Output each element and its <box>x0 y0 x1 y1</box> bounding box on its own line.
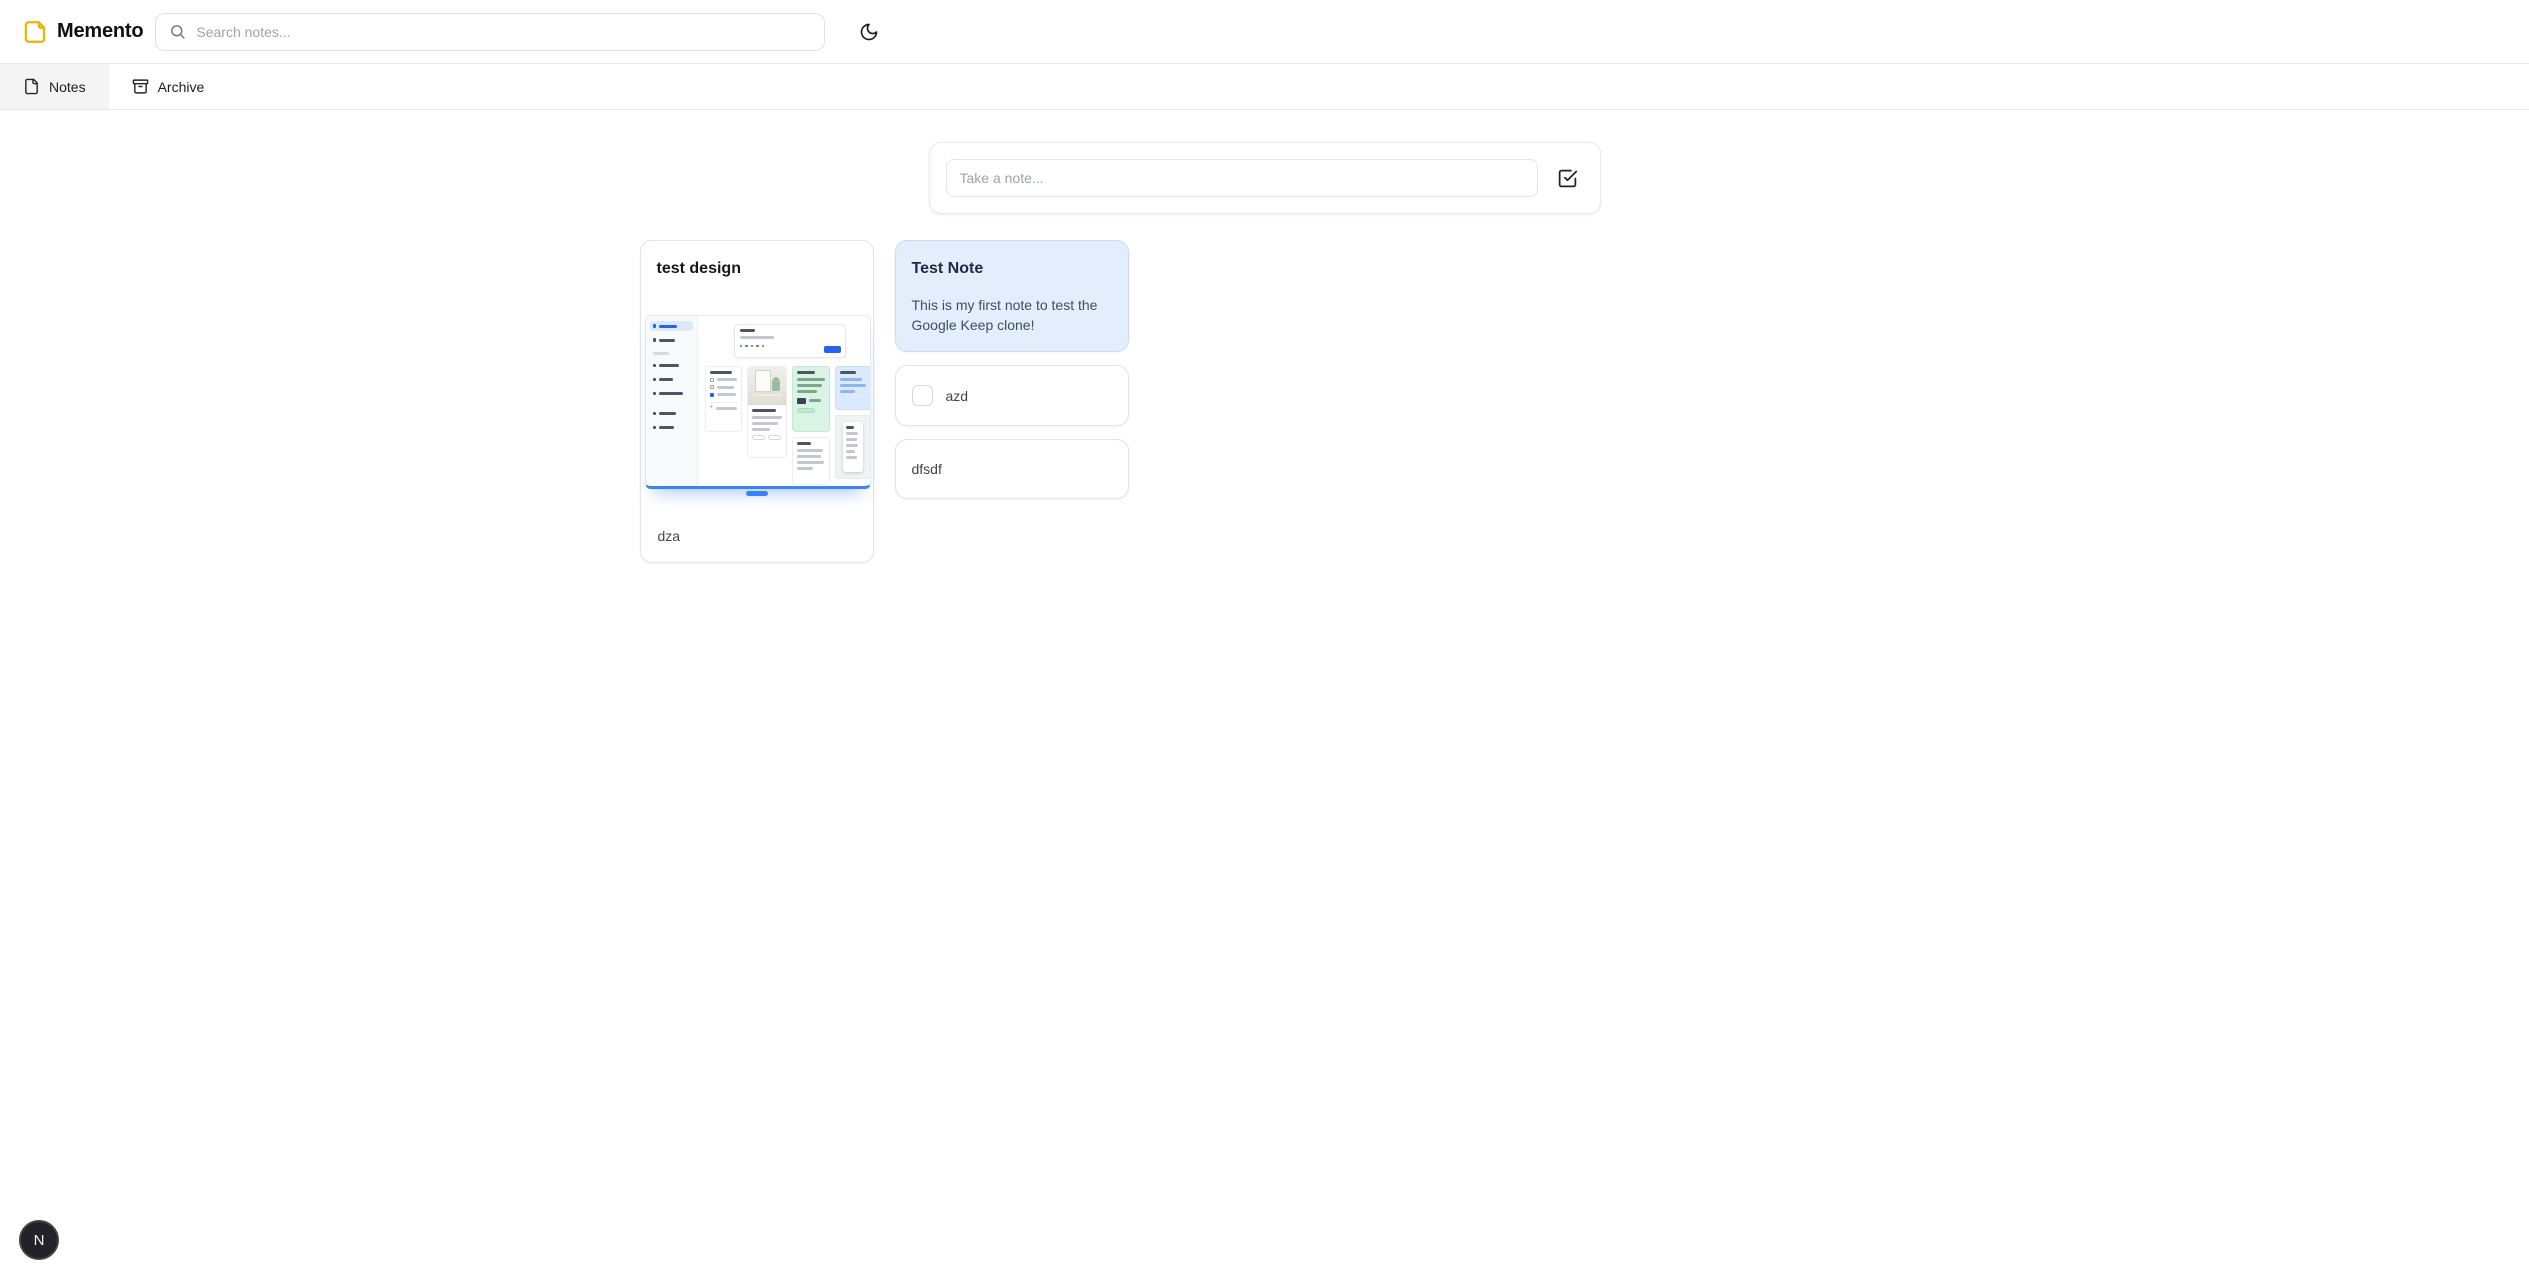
note-title: Test Note <box>912 257 1112 281</box>
avatar-initial: N <box>34 1232 45 1249</box>
notes-column-2: Test Note This is my first note to test … <box>895 240 1129 499</box>
tab-archive[interactable]: Archive <box>109 64 228 109</box>
note-card-test-note[interactable]: Test Note This is my first note to test … <box>895 240 1129 352</box>
note-composer <box>929 142 1601 214</box>
thumbnail-composer <box>734 324 846 358</box>
tab-archive-label: Archive <box>158 79 205 95</box>
search-box <box>155 13 825 51</box>
file-icon <box>23 78 40 95</box>
note-body: dfsdf <box>912 459 1112 479</box>
note-icon <box>22 19 48 45</box>
app-header: Memento <box>0 0 2529 64</box>
app-title: Memento <box>57 20 143 43</box>
moon-icon <box>859 22 879 42</box>
thumbnail-cards: + <box>705 366 866 485</box>
view-tabbar: Notes Archive <box>0 64 2529 110</box>
thumbnail-sidebar <box>646 316 698 486</box>
notes-column-1: test design <box>640 240 874 563</box>
note-body: dza <box>657 526 857 546</box>
note-card-test-design[interactable]: test design <box>640 240 874 563</box>
thumbnail-photo-card <box>747 366 787 458</box>
thumbnail-green-card <box>792 366 830 432</box>
check-square-icon <box>1557 168 1578 189</box>
notes-grid: test design <box>640 240 1890 563</box>
note-body: This is my first note to test the Google… <box>912 295 1112 335</box>
note-image[interactable]: + <box>645 315 869 496</box>
note-title: test design <box>657 257 857 281</box>
thumbnail-photo <box>748 367 786 405</box>
thumbnail-blue-card <box>835 366 870 410</box>
checklist-item-label: azd <box>946 386 969 406</box>
note-card-azd[interactable]: azd <box>895 365 1129 426</box>
checklist-row: azd <box>912 382 1112 409</box>
thumbnail-main: + <box>698 316 870 486</box>
thumbnail-drag-handle <box>746 491 768 496</box>
theme-toggle-button[interactable] <box>851 14 887 50</box>
profile-avatar-button[interactable]: N <box>19 1220 59 1260</box>
thumbnail-checklist-card: + <box>705 366 743 432</box>
take-note-input[interactable] <box>946 159 1538 197</box>
note-image-thumbnail: + <box>645 315 871 489</box>
note-card-dfsdf[interactable]: dfsdf <box>895 439 1129 499</box>
tab-notes-label: Notes <box>49 79 86 95</box>
app-logo: Memento <box>22 19 143 45</box>
new-checklist-button[interactable] <box>1554 164 1582 192</box>
thumbnail-white-card <box>792 437 830 485</box>
checklist-checkbox[interactable] <box>912 385 933 406</box>
thumbnail-phone-card <box>835 415 870 479</box>
archive-icon <box>132 78 149 95</box>
search-input[interactable] <box>196 24 811 40</box>
search-icon <box>169 23 186 40</box>
tab-notes[interactable]: Notes <box>0 64 109 109</box>
thumbnail-phone <box>843 422 863 472</box>
